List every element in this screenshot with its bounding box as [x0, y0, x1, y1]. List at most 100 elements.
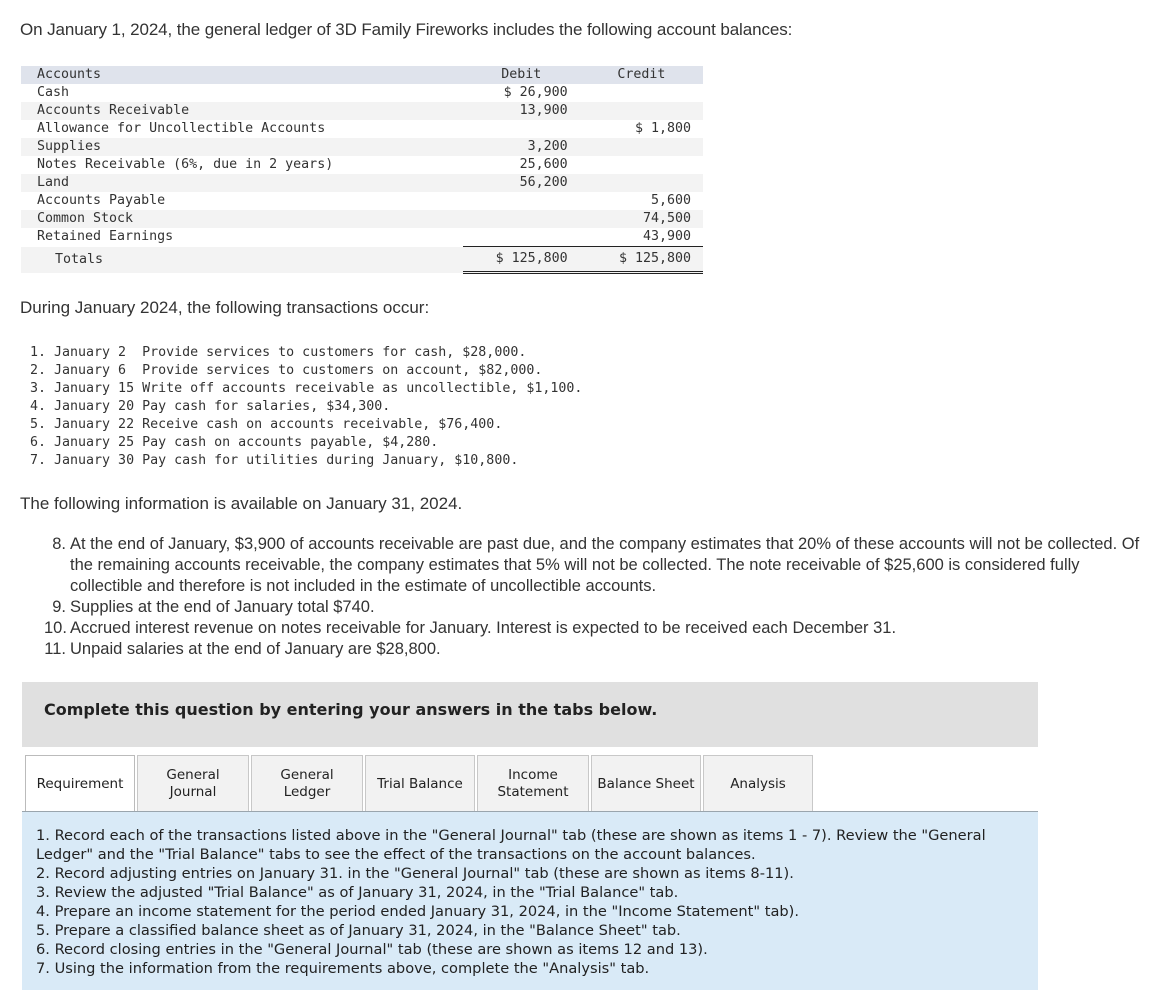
debit-value: 56,200 — [462, 174, 580, 192]
credit-value — [579, 102, 703, 120]
debit-value — [462, 120, 580, 138]
transaction-description: Pay cash for utilities during January, $… — [142, 453, 519, 468]
requirement-item: 7. Using the information from the requir… — [36, 960, 650, 977]
tab-requirement[interactable]: Requirement — [25, 755, 135, 813]
info-number: 8. — [52, 535, 66, 553]
tab-label: Trial Balance — [377, 776, 463, 793]
transaction-item: 7. January 30 Pay cash for utilities durin… — [30, 452, 582, 470]
info-intro: The following information is available o… — [20, 494, 463, 513]
tab-label-line1: Balance Sheet — [597, 775, 695, 792]
debit-value: 3,200 — [462, 138, 580, 156]
tab-label: Balance Sheet — [597, 776, 694, 793]
transaction-description: Receive cash on accounts receivable, $76… — [142, 417, 503, 432]
header-credit: Credit — [579, 66, 703, 84]
requirements-list: 1. Record each of the transactions liste… — [36, 826, 1026, 978]
requirement-item: 1. Record each of the transactions liste… — [36, 827, 986, 863]
credit-value — [579, 84, 703, 102]
transaction-number: 6. — [30, 435, 47, 450]
account-name: Accounts Receivable — [21, 102, 463, 120]
transaction-date: January 6 — [54, 363, 135, 378]
info-text: Accrued interest revenue on notes receiv… — [70, 619, 897, 637]
tab-balance-sheet[interactable]: Balance Sheet — [591, 755, 701, 812]
table-row: Accounts Payable 5,600 — [21, 192, 703, 210]
transaction-number: 1. — [30, 345, 47, 360]
table-row: Cash $ 26,900 — [21, 84, 703, 102]
credit-value: 5,600 — [579, 192, 703, 210]
adjustment-info-list: 8. At the end of January, $3,900 of accou… — [44, 534, 1154, 660]
transactions-intro: During January 2024, the following trans… — [20, 298, 430, 317]
transaction-item: 2. January 6 Provide services to customer… — [30, 362, 582, 380]
transaction-description: Provide services to customers for cash, … — [142, 345, 527, 360]
account-name: Accounts Payable — [21, 192, 463, 210]
tab-label-line1: Requirement — [36, 776, 124, 792]
info-item: 11. Unpaid salaries at the end of January… — [44, 639, 1154, 660]
transaction-date: January 22 — [54, 417, 135, 432]
transaction-item: 3. January 15 Write off accounts receivabl… — [30, 380, 582, 398]
transaction-item: 1. January 2 Provide services to customer… — [30, 344, 582, 362]
transaction-number: 4. — [30, 399, 47, 414]
credit-value: 74,500 — [579, 210, 703, 228]
header-debit: Debit — [462, 66, 580, 84]
transaction-number: 2. — [30, 363, 47, 378]
transaction-date: January 25 — [54, 435, 135, 450]
banner-text: Complete this question by entering your … — [44, 700, 658, 719]
instruction-banner: Complete this question by entering your … — [22, 682, 1038, 747]
table-row: Land 56,200 — [21, 174, 703, 192]
table-row: Supplies 3,200 — [21, 138, 703, 156]
table-row: Notes Receivable (6%, due in 2 years) 25,… — [21, 156, 703, 174]
info-number: 9. — [52, 598, 66, 616]
debit-value: $ 26,900 — [462, 84, 580, 102]
transaction-date: January 2 — [54, 345, 135, 360]
credit-value: $ 1,800 — [579, 120, 703, 138]
tab-trial-balance[interactable]: Trial Balance — [365, 755, 475, 812]
tab-label-line1: Analysis — [730, 775, 786, 792]
tab-label: Income Statement — [497, 767, 568, 801]
account-name: Common Stock — [21, 210, 463, 228]
tab-label: Requirement — [37, 776, 124, 793]
transaction-description: Pay cash for salaries, $34,300. — [142, 399, 391, 414]
debit-value — [462, 228, 580, 247]
info-number: 11. — [44, 640, 66, 658]
account-name: Cash — [21, 84, 463, 102]
tab-label: General Ledger — [280, 767, 333, 801]
account-name: Retained Earnings — [21, 228, 463, 247]
credit-value — [579, 174, 703, 192]
tab-label-line2: Journal — [169, 784, 217, 800]
debit-value: 13,900 — [462, 102, 580, 120]
account-name: Notes Receivable (6%, due in 2 years) — [21, 156, 463, 174]
tab-bar: Requirement General Journal General Ledger Tr… — [25, 755, 815, 813]
tab-general-journal[interactable]: General Journal — [137, 755, 249, 812]
tab-general-ledger[interactable]: General Ledger — [251, 755, 363, 812]
debit-value: 25,600 — [462, 156, 580, 174]
account-name: Allowance for Uncollectible Accounts — [21, 120, 463, 138]
tab-label-line1: General — [166, 767, 220, 783]
transaction-date: January 30 — [54, 453, 135, 468]
tab-label: Analysis — [730, 776, 786, 793]
intro-text: On January 1, 2024, the general ledger o… — [20, 20, 793, 39]
credit-value — [579, 156, 703, 174]
table-row: Allowance for Uncollectible Accounts $ 1,… — [21, 120, 703, 138]
tab-analysis[interactable]: Analysis — [703, 755, 813, 812]
table-row: Accounts Receivable 13,900 — [21, 102, 703, 120]
tab-label-line2: Ledger — [283, 784, 331, 800]
info-text: Unpaid salaries at the end of January ar… — [70, 640, 441, 658]
requirement-panel: 1. Record each of the transactions liste… — [22, 811, 1038, 990]
transaction-item: 6. January 25 Pay cash on accounts payable… — [30, 434, 582, 452]
info-text: At the end of January, $3,900 of account… — [70, 535, 1140, 595]
transaction-number: 3. — [30, 381, 47, 396]
table-header-row: Accounts Debit Credit — [21, 66, 703, 84]
totals-debit: $ 125,800 — [462, 246, 580, 274]
transactions-list: 1. January 2 Provide services to customer… — [30, 344, 582, 470]
tab-income-statement[interactable]: Income Statement — [477, 755, 589, 812]
tab-label-line1: Income — [508, 767, 558, 783]
requirement-item: 4. Prepare an income statement for the p… — [36, 903, 799, 920]
requirement-item: 3. Review the adjusted "Trial Balance" a… — [36, 884, 679, 901]
transaction-date: January 15 — [54, 381, 135, 396]
tab-label: General Journal — [166, 767, 219, 801]
info-item: 10. Accrued interest revenue on notes rec… — [44, 618, 1154, 639]
transaction-description: Write off accounts receivable as uncolle… — [142, 381, 583, 396]
transaction-item: 4. January 20 Pay cash for salaries, $34,3… — [30, 398, 582, 416]
info-item: 9. Supplies at the end of January total $… — [44, 597, 1154, 618]
info-number: 10. — [44, 619, 67, 637]
header-accounts: Accounts — [21, 66, 463, 84]
